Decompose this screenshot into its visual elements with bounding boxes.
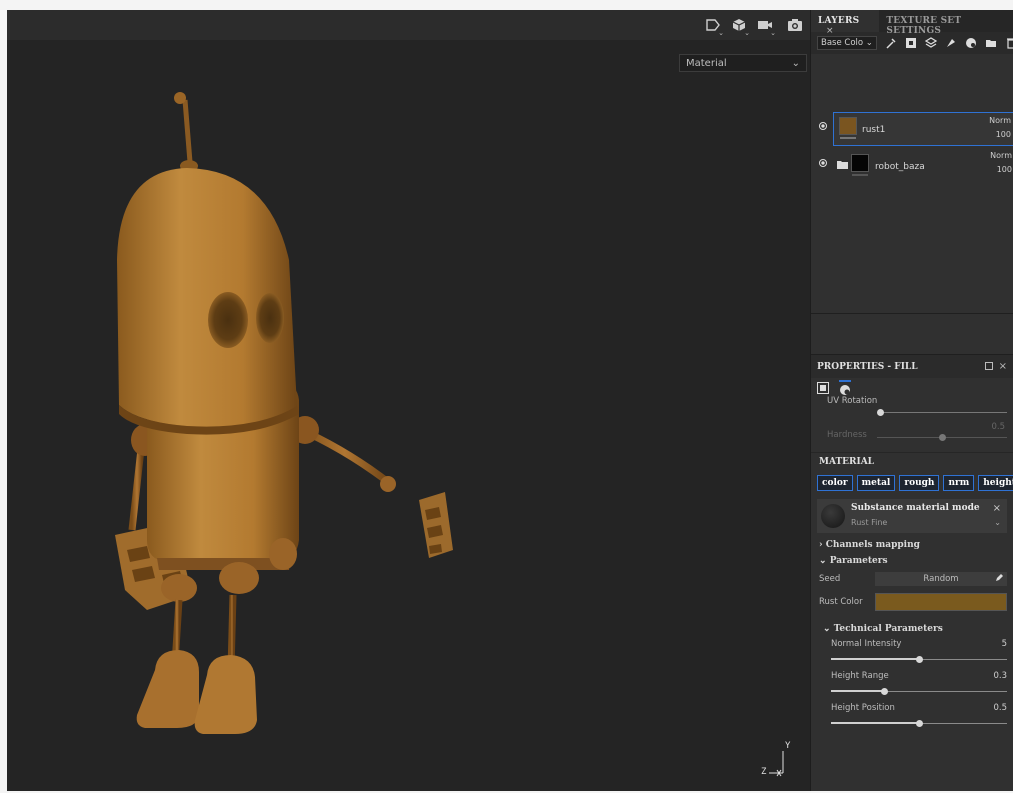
layer-blend-mode: Norm [990,151,1012,160]
add-smart-material-icon[interactable] [965,36,977,50]
channel-select-value: Base Colo [821,38,864,48]
layer-toolbar: Base Colo ⌄ [811,32,1013,54]
substance-material-name: Rust Fine [851,518,888,527]
gizmo-label-y: Y [785,741,791,751]
layer-thumbnail [851,154,869,172]
layer-name: rust1 [862,125,886,135]
slider-value: 0.3 [993,671,1007,681]
slider-value: 0.5 [993,703,1007,713]
uv-projection-tab-icon[interactable] [817,381,829,397]
add-mask-icon[interactable] [905,36,917,50]
slider-knob[interactable] [877,409,884,416]
tab-layers[interactable]: LAYERS × [811,10,880,36]
delete-icon[interactable] [1005,36,1013,50]
channel-button-rough[interactable]: rough [899,475,940,491]
channels-mapping-label: Channels mapping [825,540,920,550]
visibility-toggle-rust1[interactable] [819,122,827,130]
layer-row-rust1[interactable]: rust1 Norm 100 [833,112,1013,146]
layer-blend[interactable]: Norm 100 [990,149,1012,177]
chevron-down-icon[interactable]: ⌄ [994,518,1001,527]
rust-color-label: Rust Color [819,597,863,607]
slider-fill [831,658,919,660]
layer-opacity: 100 [995,130,1011,139]
folder-icon [837,159,848,172]
close-icon[interactable]: × [993,503,1001,514]
add-paint-layer-icon[interactable] [945,36,957,50]
mask-indicator [840,137,856,139]
add-fill-layer-icon[interactable] [924,36,937,50]
3d-viewport[interactable]: ⌄ ⌄ ⌄ Material ⌄ Z Y [7,10,810,791]
substance-material-card[interactable]: Substance material mode Rust Fine × ⌄ [817,499,1007,533]
hardness-value: 0.5 [991,422,1005,432]
slider-knob[interactable] [916,720,923,727]
add-effect-icon[interactable] [885,36,897,50]
slider-fill [831,690,884,692]
layers-panel: LAYERS × TEXTURE SET SETTINGS Base Colo … [810,10,1013,791]
visibility-toggle-robot-baza[interactable] [819,159,827,167]
slider-knob[interactable] [939,434,946,441]
pencil-icon[interactable] [995,573,1004,585]
slider-label: Normal Intensity [831,639,902,649]
uv-rotation-label: UV Rotation [827,396,878,406]
slider-fill [831,722,919,724]
add-folder-icon[interactable] [985,36,997,50]
channel-buttons: color metal rough nrm height [811,471,1013,495]
slider-knob[interactable] [916,656,923,663]
layer-blend[interactable]: Norm 100 [989,114,1011,142]
layer-opacity: 100 [996,165,1012,174]
material-section-title: MATERIAL [811,452,1013,471]
close-icon[interactable]: × [999,361,1007,372]
technical-parameters-toggle[interactable]: ⌄ Technical Parameters [811,621,1013,637]
parameters-label: Parameters [829,556,888,566]
mask-indicator [852,174,868,176]
channels-mapping-toggle[interactable]: › Channels mapping [811,537,1013,553]
slider-track [881,412,1007,413]
slider-value: 5 [1001,639,1007,649]
channel-button-nrm[interactable]: nrm [943,475,975,491]
panel-tabs: LAYERS × TEXTURE SET SETTINGS [811,10,1013,36]
rust-color-row: Rust Color [811,589,1013,615]
height-range-slider[interactable]: Height Range 0.3 [823,669,1013,701]
substance-material-title: Substance material mode [851,503,980,513]
uv-rotation-slider[interactable]: UV Rotation [811,396,1013,422]
robot-model[interactable] [7,10,810,791]
hardness-slider[interactable]: Hardness 0.5 [811,422,1013,444]
height-position-slider[interactable]: Height Position 0.5 [823,701,1013,733]
properties-header: PROPERTIES - FILL × [811,354,1013,378]
chevron-down-icon: ⌄ [823,624,831,634]
chevron-right-icon: › [819,540,823,550]
slider-label: Height Range [831,671,889,681]
normal-intensity-slider[interactable]: Normal Intensity 5 [823,637,1013,669]
technical-sliders: Normal Intensity 5 Height Range 0.3 Heig… [811,637,1013,733]
layer-name: robot_baza [875,162,925,172]
tab-layers-label: LAYERS [818,16,860,26]
slider-knob[interactable] [880,688,888,695]
channel-button-color[interactable]: color [817,475,853,491]
layer-blend-mode: Norm [989,116,1011,125]
close-icon[interactable]: × [826,26,834,36]
float-panel-icon[interactable] [984,360,993,373]
layers-list: rust1 Norm 100 robot_baza Norm 100 [811,54,1013,314]
material-preview [821,504,845,528]
seed-field[interactable]: Random [875,572,1007,586]
hardness-label: Hardness [827,430,867,440]
rust-color-swatch[interactable] [875,593,1007,611]
layer-thumbnail [839,117,857,135]
slider-label: Height Position [831,703,895,713]
layer-row-robot-baza[interactable]: robot_baza Norm 100 [811,148,1013,182]
seed-value: Random [923,574,959,584]
channel-button-height[interactable]: height [978,475,1013,491]
parameters-toggle[interactable]: ⌄ Parameters [811,553,1013,569]
channel-select[interactable]: Base Colo ⌄ [817,36,877,50]
technical-parameters-label: Technical Parameters [833,624,943,634]
properties-title: PROPERTIES - FILL [817,361,918,372]
seed-row: Seed Random [811,569,1013,589]
gizmo-label-z: Z [761,767,767,777]
tab-texture-set-settings[interactable]: TEXTURE SET SETTINGS [879,10,1013,36]
channel-button-metal[interactable]: metal [856,475,896,491]
axis-gizmo: Z Y [757,741,797,781]
seed-label: Seed [819,574,841,584]
chevron-down-icon: ⌄ [819,556,827,566]
